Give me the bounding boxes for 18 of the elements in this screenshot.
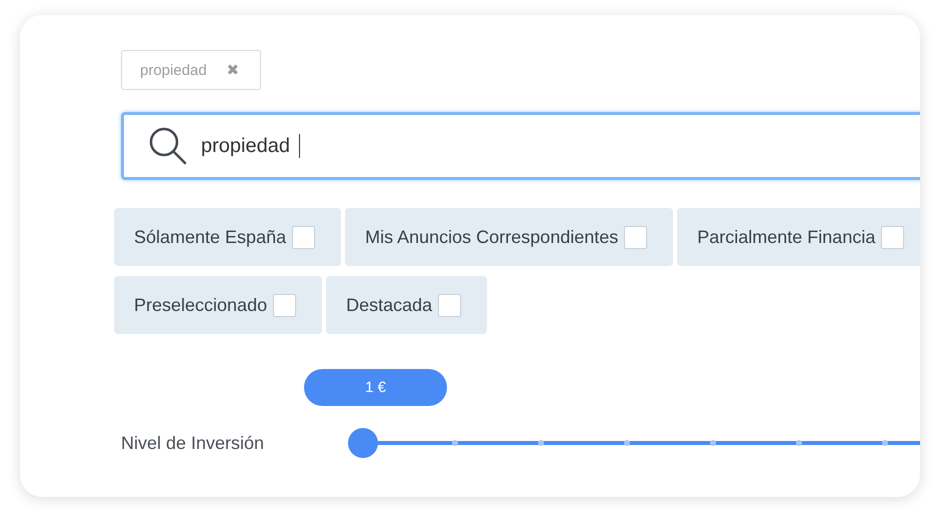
- slider-thumb[interactable]: [348, 428, 378, 458]
- tag-label: propiedad: [140, 62, 207, 78]
- search-input[interactable]: propiedad: [201, 134, 299, 158]
- filter-chip[interactable]: Sólamente España: [114, 208, 342, 266]
- checkbox[interactable]: [624, 226, 648, 248]
- checkbox[interactable]: [273, 294, 296, 316]
- filter-chip[interactable]: Preseleccionado: [114, 276, 322, 334]
- search-icon: [148, 126, 188, 166]
- slider-label: Nivel de Inversión: [121, 432, 266, 454]
- text-cursor: [299, 134, 300, 158]
- filter-chip[interactable]: Parcialmente Financia: [677, 208, 920, 266]
- value-bubble: 1 €: [304, 369, 447, 406]
- checkbox[interactable]: [292, 226, 316, 248]
- filter-chip[interactable]: Destacada: [326, 276, 488, 334]
- checkbox[interactable]: [881, 226, 904, 248]
- filter-chip[interactable]: Mis Anuncios Correspondientes: [345, 208, 674, 266]
- slider[interactable]: [348, 428, 920, 458]
- checkbox[interactable]: [438, 294, 462, 316]
